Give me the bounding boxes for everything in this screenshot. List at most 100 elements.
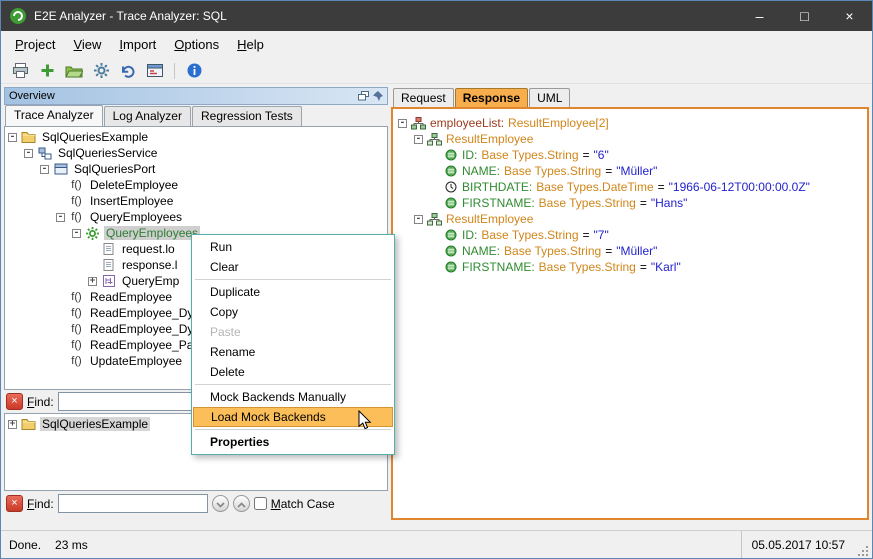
printer-icon[interactable] [10,61,30,81]
tree-item[interactable]: FIRSTNAME:Base Types.String="Karl" [395,259,865,275]
expand-toggle [430,247,439,256]
resize-grip[interactable] [857,545,870,558]
tree-item-label: InsertEmployee [88,194,175,208]
expand-toggle[interactable]: - [414,135,423,144]
tree-item[interactable]: - SqlQueriesExample [5,129,387,145]
tree-item-label: QueryEmployees [104,226,200,240]
main-area: Overview Trace AnalyzerLog AnalyzerRegre… [1,84,872,530]
expand-toggle[interactable]: - [398,119,407,128]
expand-toggle [430,231,439,240]
tree-item-label: response.l [120,258,179,272]
field-value: "1966-06-12T00:00:00.0Z" [669,180,810,194]
float-window-icon[interactable] [358,91,369,101]
func-icon: f() [68,195,85,207]
context-menu-item-copy[interactable]: Copy [193,302,393,322]
gear-icon [84,227,101,240]
find-input-lower[interactable] [58,494,208,513]
menu-item-help[interactable]: Help [228,34,273,55]
tree-item-label: SqlQueriesExample [40,130,150,144]
clear-find-icon[interactable] [6,495,23,512]
detail-panel: RequestResponseUML -employeeList:ResultE… [391,87,869,527]
close-button[interactable]: × [827,1,872,31]
tree-item[interactable]: f()DeleteEmployee [5,177,387,193]
tree-item-label: SqlQueriesService [56,146,159,160]
maximize-button[interactable]: □ [782,1,827,31]
tab-regression-tests[interactable]: Regression Tests [192,106,302,126]
context-menu-item-delete[interactable]: Delete [193,362,393,382]
context-menu-item-rename[interactable]: Rename [193,342,393,362]
field-icon [442,229,459,241]
tree-item-label: ReadEmployee_Dy [88,306,195,320]
expand-toggle[interactable]: + [88,277,97,286]
menu-item-options[interactable]: Options [165,34,228,55]
tree-item[interactable]: ID:Base Types.String="6" [395,147,865,163]
tree-item[interactable]: - ResultEmployee [395,131,865,147]
expand-toggle [56,309,65,318]
field-type: Base Types.String [481,228,578,242]
expand-toggle[interactable]: - [56,213,65,222]
expand-toggle [88,261,97,270]
context-menu-item-clear[interactable]: Clear [193,257,393,277]
tree-item[interactable]: -ResultEmployee [395,211,865,227]
minimize-button[interactable]: – [737,1,782,31]
add-icon[interactable] [37,61,57,81]
field-icon [442,165,459,177]
tab-uml[interactable]: UML [529,88,570,107]
tab-log-analyzer[interactable]: Log Analyzer [104,106,191,126]
func-icon: f() [68,179,85,191]
context-menu-item-duplicate[interactable]: Duplicate [193,282,393,302]
expand-toggle[interactable]: - [40,165,49,174]
menu-item-project[interactable]: Project [6,34,64,55]
undo-icon[interactable] [118,61,138,81]
menu-item-import[interactable]: Import [110,34,165,55]
info-icon[interactable] [184,61,204,81]
expand-toggle[interactable]: - [72,229,81,238]
func-icon: f() [68,291,85,303]
field-name: FIRSTNAME: [462,260,535,274]
tree-item-label: DeleteEmployee [88,178,180,192]
field-type: ResultEmployee [446,132,533,146]
tree-item[interactable]: FIRSTNAME:Base Types.String="Hans" [395,195,865,211]
expand-toggle[interactable]: - [8,133,17,142]
tab-request[interactable]: Request [393,88,454,107]
field-name: employeeList: [430,116,504,130]
tree-item[interactable]: -employeeList:ResultEmployee[2] [395,115,865,131]
equals-sign: = [605,244,612,258]
tab-response[interactable]: Response [455,88,528,107]
tree-item[interactable]: ID:Base Types.String="7" [395,227,865,243]
field-icon [442,261,459,273]
tree-item[interactable]: NAME:Base Types.String="Müller" [395,163,865,179]
settings-gear-icon[interactable] [91,61,111,81]
app-icon [9,7,27,25]
clear-find-icon[interactable] [6,393,23,410]
context-menu-item-properties[interactable]: Properties [193,432,393,452]
expand-toggle[interactable]: - [414,215,423,224]
open-folder-icon[interactable] [64,61,84,81]
tree-item[interactable]: - SqlQueriesService [5,145,387,161]
pin-icon[interactable] [373,91,383,101]
tree-item[interactable]: f()InsertEmployee [5,193,387,209]
expand-toggle [430,167,439,176]
field-name: FIRSTNAME: [462,196,535,210]
tree-item[interactable]: BIRTHDATE:Base Types.DateTime="1966-06-1… [395,179,865,195]
context-menu-item-run[interactable]: Run [193,237,393,257]
find-next-button[interactable] [212,495,229,512]
tab-trace-analyzer[interactable]: Trace Analyzer [5,105,103,126]
menu-bar: ProjectViewImportOptionsHelp [1,31,872,58]
toolbar [1,58,872,84]
tree-item[interactable]: -SqlQueriesPort [5,161,387,177]
find-previous-button[interactable] [233,495,250,512]
tree-item-label: UpdateEmployee [88,354,184,368]
trace-view-icon[interactable] [145,61,165,81]
status-duration: 23 ms [55,538,88,552]
field-name: ID: [462,148,477,162]
expand-toggle[interactable]: + [8,420,17,429]
menu-item-view[interactable]: View [64,34,110,55]
match-case-checkbox[interactable] [254,497,267,510]
tree-item[interactable]: -f()QueryEmployees [5,209,387,225]
tree-item[interactable]: NAME:Base Types.String="Müller" [395,243,865,259]
field-type: Base Types.String [481,148,578,162]
expand-toggle[interactable]: - [24,149,33,158]
employee-list-icon [410,117,427,130]
context-menu-item-mock-backends-manually[interactable]: Mock Backends Manually [193,387,393,407]
